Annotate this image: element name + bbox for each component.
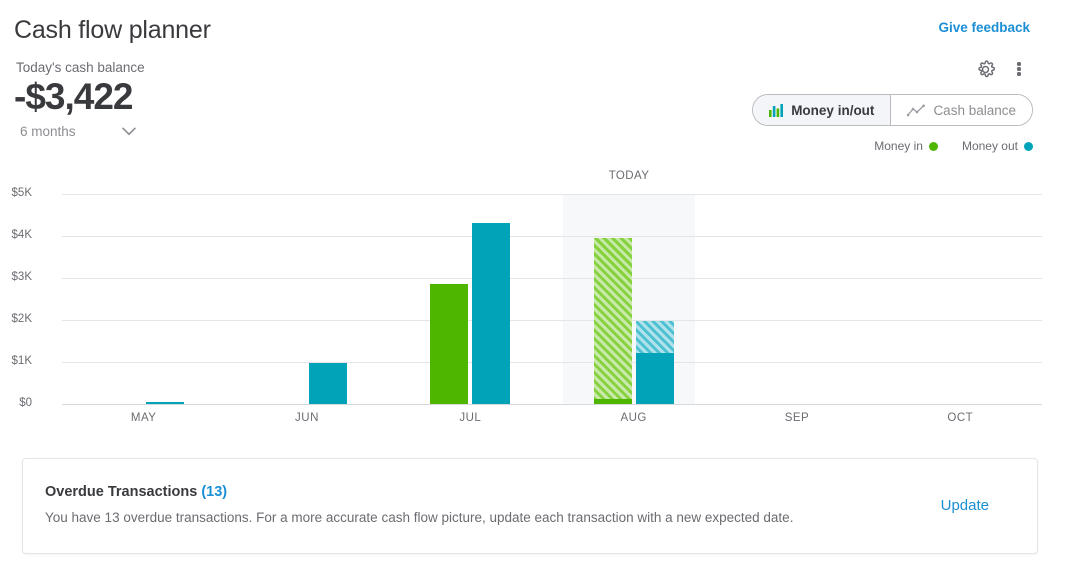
chart-plot-area: $5K $4K $3K $2K $1K $0 — [12, 187, 1042, 409]
gridline — [62, 278, 1042, 279]
more-options-button[interactable] — [1010, 58, 1028, 80]
banner-title-text: Overdue Transactions — [45, 484, 198, 500]
y-axis-tick: $3K — [11, 271, 32, 283]
gear-icon — [977, 59, 995, 77]
chevron-down-icon — [121, 127, 136, 136]
gridline — [62, 404, 1042, 405]
y-axis-tick: $0 — [19, 397, 32, 409]
bar-segment-actual — [145, 401, 184, 404]
x-axis-label-aug: AUG — [620, 412, 647, 424]
gridline — [62, 320, 1042, 321]
date-range-dropdown[interactable]: 6 months — [20, 124, 136, 139]
x-axis-label-oct: OCT — [947, 412, 974, 424]
banner-count: (13) — [201, 484, 228, 500]
tab-money-in-out-label: Money in/out — [791, 102, 875, 118]
update-link[interactable]: Update — [941, 497, 989, 514]
cash-flow-chart: TODAY $5K $4K $3K $2K $1K $0 MAY JUN JUL AUG SEP O… — [0, 168, 1066, 436]
y-axis-tick: $1K — [11, 355, 32, 367]
today-marker-label: TODAY — [608, 170, 650, 182]
legend-label-money-out: Money out — [961, 139, 1018, 153]
cash-flow-planner-page: Cash flow planner Give feedback Today's … — [0, 0, 1066, 566]
tab-money-in-out[interactable]: Money in/out — [753, 95, 891, 125]
page-title: Cash flow planner — [14, 16, 211, 44]
gridline — [62, 362, 1042, 363]
banner-description: You have 13 overdue transactions. For a … — [45, 510, 794, 525]
chart-legend: Money in Money out — [874, 139, 1033, 153]
x-axis-label-jul: JUL — [459, 412, 482, 424]
gridline — [62, 236, 1042, 237]
bar-may-money-out[interactable] — [145, 401, 184, 404]
bar-segment-actual — [430, 284, 469, 404]
more-vertical-icon — [1017, 61, 1021, 78]
legend-dot-money-out — [1024, 141, 1033, 151]
y-axis-tick: $4K — [11, 229, 32, 241]
bar-aug-money-out[interactable] — [635, 321, 674, 404]
bar-jul-money-in[interactable] — [430, 284, 469, 404]
bar-jun-money-out[interactable] — [309, 362, 347, 404]
legend-item-money-in: Money in — [874, 139, 938, 153]
x-axis-label-sep: SEP — [784, 412, 810, 424]
y-axis-tick: $2K — [11, 313, 32, 325]
overdue-transactions-banner: Overdue Transactions (13) You have 13 ov… — [22, 458, 1038, 554]
y-axis-tick: $5K — [11, 187, 32, 199]
cash-balance-label: Today's cash balance — [16, 60, 145, 75]
bar-jul-money-out[interactable] — [472, 223, 511, 404]
line-chart-icon — [907, 104, 926, 116]
bar-segment-actual — [635, 352, 674, 404]
bar-segment-actual — [472, 223, 511, 404]
cash-balance-value: -$3,422 — [14, 76, 133, 117]
x-axis-label-jun: JUN — [295, 412, 319, 424]
legend-dot-money-in — [928, 141, 938, 151]
bar-chart-icon — [769, 103, 784, 117]
bar-segment-actual — [593, 398, 632, 404]
bar-segment-projected — [593, 238, 632, 404]
view-toggle-group[interactable]: Money in/out Cash balance — [752, 94, 1033, 126]
gridline — [62, 194, 1042, 195]
legend-label-money-in: Money in — [874, 139, 923, 153]
banner-title: Overdue Transactions (13) — [45, 484, 227, 500]
tab-cash-balance-label: Cash balance — [933, 102, 1016, 118]
settings-gear-button[interactable] — [974, 58, 996, 80]
date-range-label: 6 months — [20, 124, 76, 139]
bar-segment-actual — [309, 362, 347, 404]
tab-cash-balance[interactable]: Cash balance — [890, 95, 1032, 125]
legend-item-money-out: Money out — [962, 139, 1033, 153]
bar-aug-money-in[interactable] — [593, 238, 632, 404]
x-axis-label-may: MAY — [130, 412, 157, 424]
give-feedback-link[interactable]: Give feedback — [938, 20, 1030, 35]
chart-x-axis: MAY JUN JUL AUG SEP OCT — [62, 412, 1042, 424]
